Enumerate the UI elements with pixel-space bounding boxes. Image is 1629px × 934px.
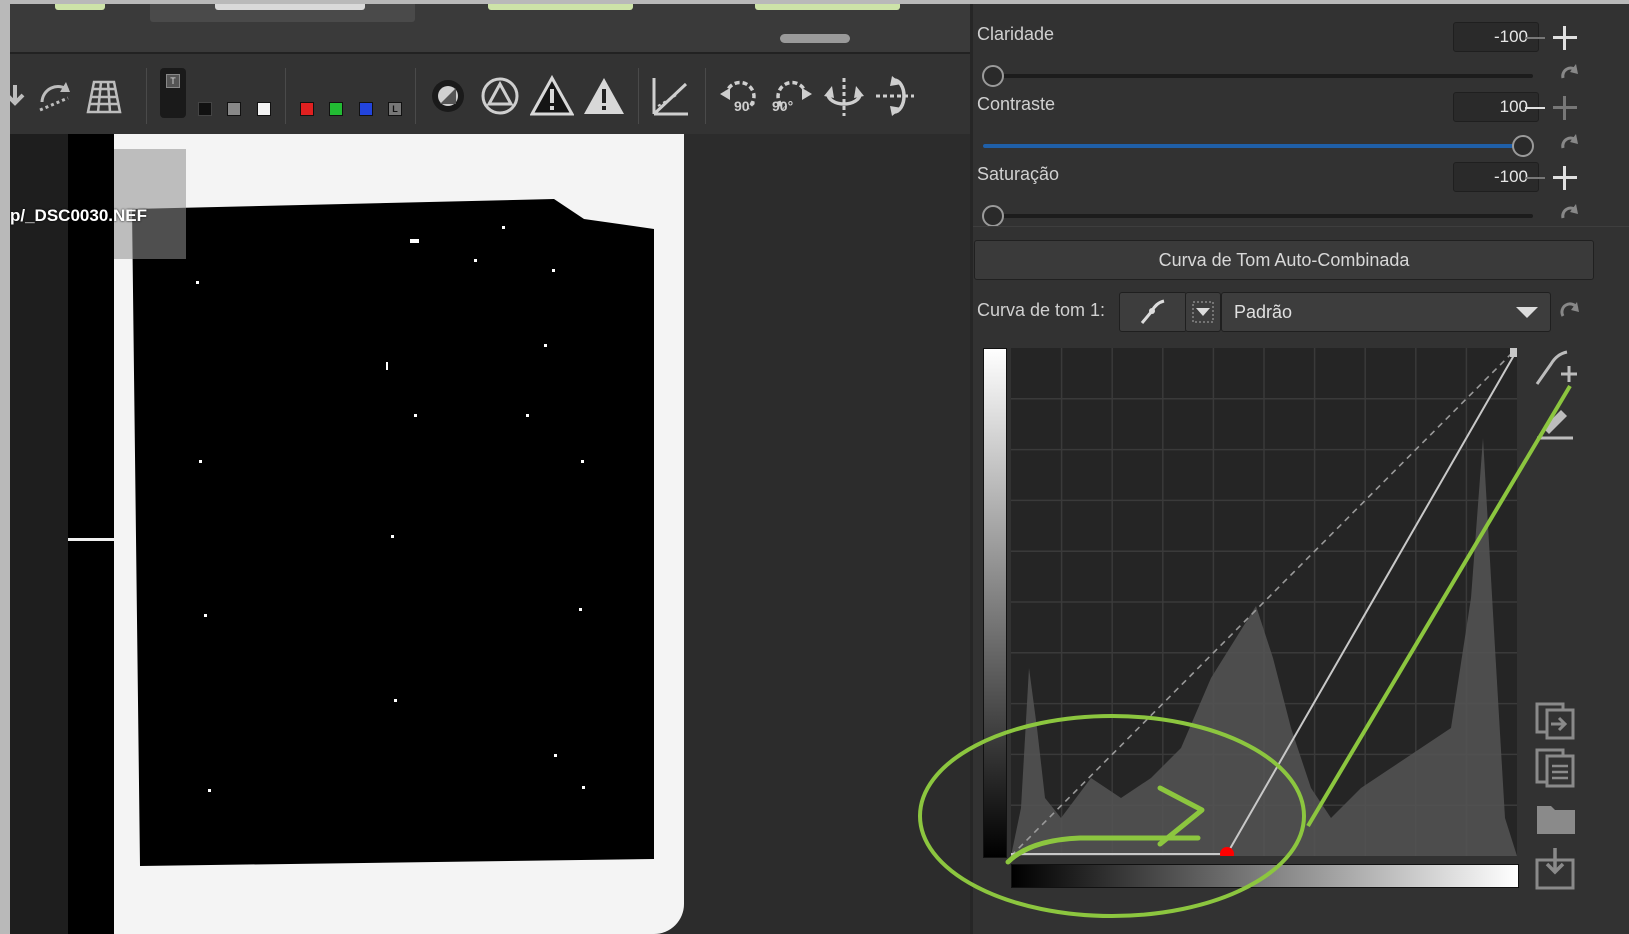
- app-window: T L 90° 90° p/_DSC0030.NEF Claridade -10…: [10, 4, 1629, 934]
- annotation-arrow: [1005, 835, 1201, 865]
- annotation-overlay: [918, 384, 1572, 918]
- annotation-pointer-line: [1306, 384, 1572, 828]
- annotation-ellipse: [918, 714, 1306, 918]
